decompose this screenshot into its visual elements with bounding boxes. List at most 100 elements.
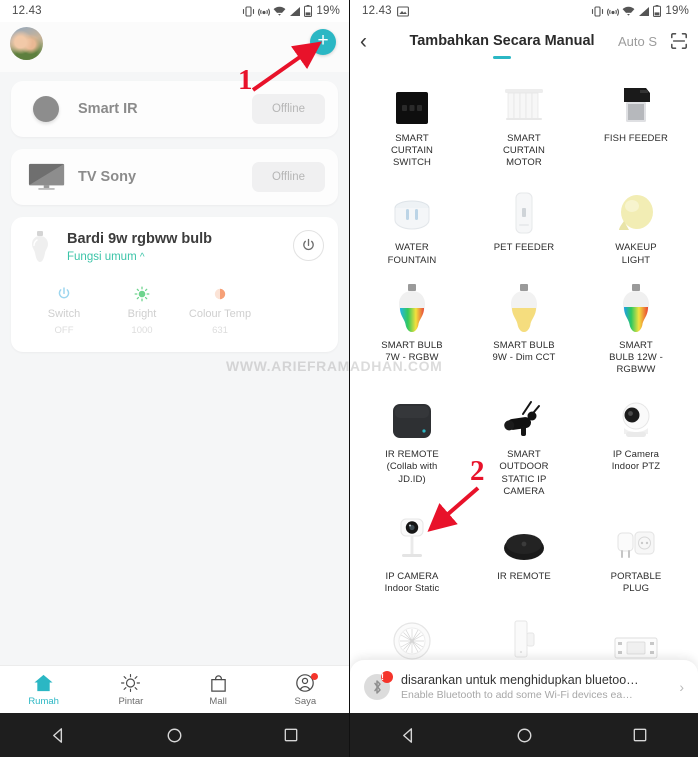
grid-item-label: SMART OUTDOOR STATIC IP CAMERA	[499, 449, 549, 497]
indoor-static-camera-icon	[356, 512, 468, 564]
device-status-pill[interactable]: Offline	[251, 162, 325, 192]
function-label: Switch	[47, 308, 81, 320]
annotation-number-2: 2	[470, 455, 485, 487]
right-status-bar: 12.43 19%	[350, 0, 698, 22]
android-home-icon[interactable]	[516, 727, 533, 744]
home-device-list: Smart IR Offline TV Sony Offline Bardi 9…	[0, 72, 349, 665]
bluetooth-title: disarankan untuk menghidupkan bluetoo…	[401, 672, 639, 687]
grid-item-wakeup-light[interactable]: WAKEUP LIGHT	[580, 183, 692, 266]
android-back-icon[interactable]	[400, 727, 417, 744]
left-android-navbar	[0, 713, 349, 757]
status-time: 12.43	[362, 5, 392, 17]
android-recents-icon[interactable]	[632, 727, 648, 743]
grid-item-ip-camera-indoor-ptz[interactable]: IP Camera Indoor PTZ	[580, 390, 692, 498]
user-avatar[interactable]	[10, 27, 43, 60]
bulb-title: Bardi 9w rgbww bulb	[67, 231, 213, 247]
bulb-function-bright[interactable]: Bright 1000	[103, 284, 181, 336]
vibrate-icon	[591, 5, 604, 17]
signal-icon	[638, 6, 650, 17]
nav-label: Pintar	[118, 696, 144, 707]
nav-item-saya[interactable]: Saya	[262, 672, 349, 707]
qr-scan-icon[interactable]	[662, 32, 688, 50]
grid-item-smart-curtain-switch[interactable]: SMART CURTAIN SWITCH	[356, 74, 468, 169]
bluetooth-text: disarankan untuk menghidupkan bluetoo… E…	[390, 673, 679, 701]
pet-feeder-icon	[468, 183, 580, 235]
light-bulb-icon	[25, 230, 55, 264]
nav-label: Rumah	[28, 696, 59, 707]
nav-item-rumah[interactable]: Rumah	[0, 672, 87, 707]
bluetooth-suggestion-sheet[interactable]: ! disarankan untuk menghidupkan bluetoo……	[350, 660, 698, 713]
hotspot-icon	[258, 6, 271, 17]
grid-item-smart-bulb-9w-dim-cct[interactable]: SMART BULB 9W - Dim CCT	[468, 281, 580, 376]
android-home-icon[interactable]	[166, 727, 183, 744]
bulb-function-colour-temp[interactable]: Colour Temp 631	[181, 284, 259, 336]
curtain-switch-icon	[356, 74, 468, 126]
water-fountain-icon	[356, 183, 468, 235]
bulb-function-switch[interactable]: Switch OFF	[25, 284, 103, 336]
add-device-fab[interactable]: +	[310, 29, 336, 55]
bluetooth-icon: !	[364, 670, 393, 700]
nav-item-pintar[interactable]: Pintar	[87, 672, 174, 707]
grid-item-ir-remote[interactable]: IR REMOTE	[468, 512, 580, 595]
grid-item-label: IR REMOTE (Collab with JD.ID)	[385, 449, 439, 485]
tv-icon	[24, 163, 68, 191]
chevron-right-icon[interactable]: ›	[679, 679, 684, 695]
grid-item-smart-bulb-12w-rgbww[interactable]: SMART BULB 12W - RGBWW	[580, 281, 692, 376]
grid-item-portable-plug[interactable]: PORTABLE PLUG	[580, 512, 692, 595]
chevron-up-icon: ^	[139, 252, 145, 263]
wakeup-light-icon	[580, 183, 692, 235]
bulb-power-button[interactable]	[293, 230, 324, 261]
bottom-navigation: Rumah Pintar Mall Saya	[0, 665, 349, 713]
bulb-text: Bardi 9w rgbww bulb Fungsi umum ^	[55, 230, 293, 263]
bluetooth-subtitle: Enable Bluetooth to add some Wi-Fi devic…	[401, 688, 633, 701]
nav-label: Mall	[209, 696, 227, 707]
left-phone-screen: 12.43 19% + Smart IR Offline TV Sony Off…	[0, 0, 349, 757]
android-recents-icon[interactable]	[283, 727, 299, 743]
smart-bulb-cct-icon	[468, 281, 580, 333]
grid-item-label: IP CAMERA Indoor Static	[384, 570, 440, 595]
function-value: OFF	[54, 325, 74, 336]
add-device-header: ‹ Tambahkan Secara Manual Auto S	[350, 22, 698, 60]
device-card-bardi-bulb[interactable]: Bardi 9w rgbww bulb Fungsi umum ^ Switch…	[11, 217, 338, 352]
grid-item-label: IP Camera Indoor PTZ	[611, 449, 661, 473]
right-android-navbar	[350, 713, 698, 757]
relay-module-icon	[580, 609, 692, 661]
bulb-function-row: Switch OFF Bright 1000 Colour Temp 631	[25, 284, 324, 336]
grid-item-label: PET FEEDER	[493, 242, 555, 254]
ir-remote-square-icon	[356, 390, 468, 442]
device-type-grid: SMART CURTAIN SWITCH SMART CURTAIN MOTOR FIS…	[350, 60, 698, 682]
grid-item-smart-bulb-7w-rgbw[interactable]: SMART BULB 7W - RGBW	[356, 281, 468, 376]
android-back-icon[interactable]	[50, 727, 67, 744]
grid-item-ir-remote-jdid[interactable]: IR REMOTE (Collab with JD.ID)	[356, 390, 468, 498]
auto-scan-label[interactable]: Auto S	[618, 34, 662, 49]
grid-item-smart-curtain-motor[interactable]: SMART CURTAIN MOTOR	[468, 74, 580, 169]
grid-item-ip-camera-indoor-static[interactable]: IP CAMERA Indoor Static	[356, 512, 468, 595]
device-card-tv-sony[interactable]: TV Sony Offline	[11, 149, 338, 205]
status-left: 12.43	[362, 5, 409, 17]
grid-item-label: WAKEUP LIGHT	[615, 242, 657, 266]
annotation-number-1: 1	[238, 64, 253, 96]
page-title: Tambahkan Secara Manual	[386, 33, 618, 59]
signal-icon	[289, 6, 301, 17]
wifi-icon	[622, 6, 635, 17]
device-status-pill[interactable]: Offline	[251, 94, 325, 124]
grid-item-pet-feeder[interactable]: PET FEEDER	[468, 183, 580, 266]
device-name: TV Sony	[78, 169, 137, 185]
grid-item-fish-feeder[interactable]: FISH FEEDER	[580, 74, 692, 169]
nav-item-mall[interactable]: Mall	[175, 672, 262, 707]
smart-bulb-rgbw-icon	[356, 281, 468, 333]
status-right: 19%	[591, 5, 689, 18]
grid-item-label: IR REMOTE	[497, 570, 551, 582]
ptz-camera-icon	[580, 390, 692, 442]
hotspot-icon	[607, 6, 620, 17]
back-arrow-icon[interactable]: ‹	[360, 31, 386, 52]
device-card-smart-ir[interactable]: Smart IR Offline	[11, 81, 338, 137]
home-header: +	[0, 22, 349, 72]
bulb-subtitle[interactable]: Fungsi umum ^	[67, 251, 293, 263]
grid-item-smart-outdoor-static-ip-camera[interactable]: SMART OUTDOOR STATIC IP CAMERA	[468, 390, 580, 498]
smart-bulb-rgbww-icon	[580, 281, 692, 333]
portable-plug-icon	[580, 512, 692, 564]
shopping-bag-icon	[175, 672, 262, 693]
bluetooth-badge: !	[381, 670, 393, 683]
grid-item-water-fountain[interactable]: WATER FOUNTAIN	[356, 183, 468, 266]
